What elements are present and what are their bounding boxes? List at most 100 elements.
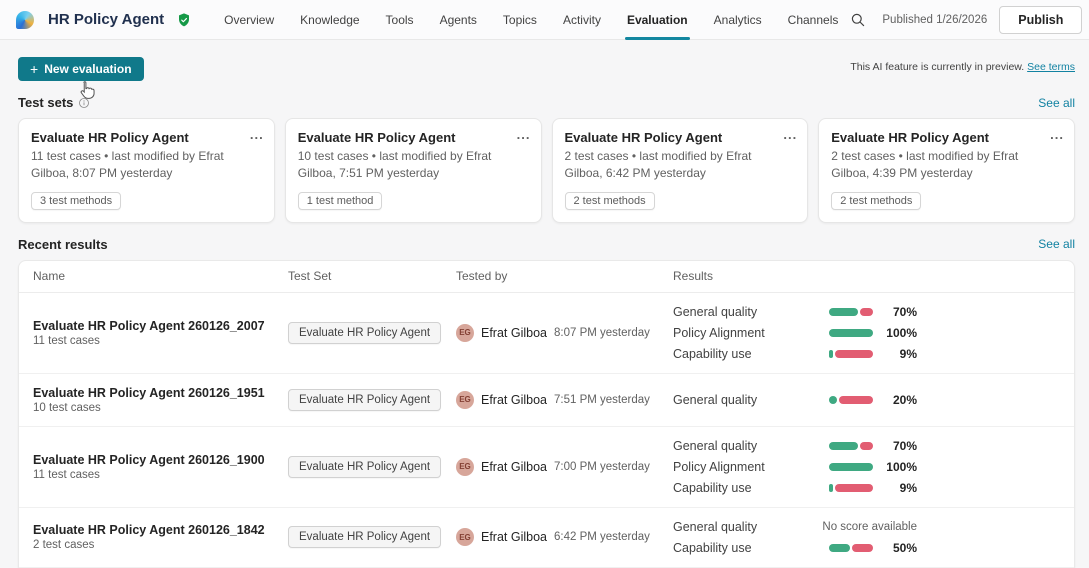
see-terms-link[interactable]: See terms xyxy=(1027,61,1075,73)
card-title: Evaluate HR Policy Agent xyxy=(831,130,989,145)
test-set-cell: Evaluate HR Policy Agent xyxy=(288,455,456,478)
tab-evaluation[interactable]: Evaluation xyxy=(624,0,690,40)
card-title: Evaluate HR Policy Agent xyxy=(31,130,189,145)
results-cell: General quality 70% Policy Alignment 100… xyxy=(673,439,917,495)
card-more-icon[interactable]: ... xyxy=(517,127,531,142)
search-icon[interactable] xyxy=(846,8,870,32)
column-header-results: Results xyxy=(673,269,714,284)
card-subtitle: 2 test cases • last modified by Efrat Gi… xyxy=(564,149,752,181)
toolbar: + New evaluation This AI feature is curr… xyxy=(0,40,1089,81)
plus-icon: + xyxy=(30,61,39,77)
test-set-chip[interactable]: Evaluate HR Policy Agent xyxy=(288,455,442,478)
card-more-icon[interactable]: ... xyxy=(250,127,264,142)
nav-tabs: Overview Knowledge Tools Agents Topics A… xyxy=(224,0,838,40)
result-subtitle: 11 test cases xyxy=(33,468,100,481)
tested-by-cell: EG Efrat Gilboa 7:00 PM yesterday xyxy=(456,457,673,476)
test-set-card[interactable]: Evaluate HR Policy Agent ... 11 test cas… xyxy=(18,118,275,223)
test-set-chip[interactable]: Evaluate HR Policy Agent xyxy=(288,388,442,411)
test-sets-see-all-link[interactable]: See all xyxy=(1038,96,1075,110)
avatar: EG xyxy=(456,390,474,409)
tab-analytics[interactable]: Analytics xyxy=(714,0,762,40)
test-set-chip[interactable]: Evaluate HR Policy Agent xyxy=(288,526,442,549)
tested-by-cell: EG Efrat Gilboa 7:51 PM yesterday xyxy=(456,390,673,409)
verified-shield-icon xyxy=(179,12,190,26)
test-set-cell: Evaluate HR Policy Agent xyxy=(288,321,456,344)
preview-notice: This AI feature is currently in preview.… xyxy=(850,61,1075,73)
table-row[interactable]: Evaluate HR Policy Agent 260126_2007 11 … xyxy=(19,293,1074,374)
tester-name: Efrat Gilboa xyxy=(481,392,548,407)
score-bar xyxy=(829,441,873,450)
card-more-icon[interactable]: ... xyxy=(783,127,797,142)
test-set-card[interactable]: Evaluate HR Policy Agent ... 2 test case… xyxy=(818,118,1075,223)
table-row[interactable]: Evaluate HR Policy Agent 260126_1900 11 … xyxy=(19,427,1074,508)
metric-value: 70% xyxy=(892,304,917,319)
metric-value: 50% xyxy=(892,540,917,555)
card-subtitle: 10 test cases • last modified by Efrat G… xyxy=(297,149,492,181)
result-name: Evaluate HR Policy Agent 260126_2007 xyxy=(33,318,265,333)
result-metric: Capability use 50% xyxy=(673,541,917,555)
card-title: Evaluate HR Policy Agent xyxy=(564,130,723,145)
test-set-cell: Evaluate HR Policy Agent xyxy=(288,388,456,411)
agent-title: HR Policy Agent xyxy=(48,11,165,28)
test-methods-badge: 1 test method xyxy=(297,191,383,210)
new-evaluation-button[interactable]: + New evaluation xyxy=(18,57,144,81)
column-header-test-set: Test Set xyxy=(288,269,332,284)
test-methods-badge: 2 test methods xyxy=(564,191,655,210)
tested-by-cell: EG Efrat Gilboa 6:42 PM yesterday xyxy=(456,528,673,547)
metric-value: 20% xyxy=(892,392,917,407)
card-more-icon[interactable]: ... xyxy=(1050,127,1064,142)
metric-label: Capability use xyxy=(673,480,752,495)
metric-label: Policy Alignment xyxy=(673,325,765,340)
results-cell: General quality 20% xyxy=(673,393,917,407)
tab-activity[interactable]: Activity xyxy=(563,0,601,40)
info-icon[interactable] xyxy=(78,97,90,109)
test-set-chip[interactable]: Evaluate HR Policy Agent xyxy=(288,321,442,344)
recent-results-see-all-link[interactable]: See all xyxy=(1038,237,1075,251)
test-methods-badge: 3 test methods xyxy=(31,191,122,210)
result-metric: General quality 70% xyxy=(673,439,917,453)
tab-agents[interactable]: Agents xyxy=(440,0,477,40)
avatar: EG xyxy=(456,528,474,547)
result-name: Evaluate HR Policy Agent 260126_1900 xyxy=(33,452,265,467)
tab-channels[interactable]: Channels xyxy=(788,0,839,40)
test-set-card[interactable]: Evaluate HR Policy Agent ... 2 test case… xyxy=(551,118,809,223)
score-bar xyxy=(829,307,873,316)
metric-label: General quality xyxy=(673,519,758,534)
tested-time: 8:07 PM yesterday xyxy=(554,326,650,339)
tested-time: 7:00 PM yesterday xyxy=(554,460,650,473)
top-navigation: HR Policy Agent Overview Knowledge Tools… xyxy=(0,0,1089,40)
table-row[interactable]: Evaluate HR Policy Agent 260126_1842 2 t… xyxy=(19,508,1074,568)
tab-overview[interactable]: Overview xyxy=(224,0,274,40)
result-subtitle: 11 test cases xyxy=(33,334,100,347)
result-subtitle: 10 test cases xyxy=(33,401,101,414)
name-cell: Evaluate HR Policy Agent 260126_1951 10 … xyxy=(33,386,288,414)
result-metric: General quality No score available xyxy=(673,520,917,534)
publish-button[interactable]: Publish xyxy=(999,5,1083,34)
metric-label: Policy Alignment xyxy=(673,459,765,474)
score-bar xyxy=(829,349,873,358)
metric-label: General quality xyxy=(673,304,758,319)
test-sets-header: Test sets See all xyxy=(0,81,1089,118)
table-row[interactable]: Evaluate HR Policy Agent 260126_1951 10 … xyxy=(19,374,1074,427)
score-bar xyxy=(829,395,873,404)
score-bar xyxy=(829,328,873,337)
preview-notice-text: This AI feature is currently in preview. xyxy=(850,61,1028,73)
copilot-logo-icon xyxy=(16,10,34,29)
test-set-card[interactable]: Evaluate HR Policy Agent ... 10 test cas… xyxy=(284,118,542,223)
name-cell: Evaluate HR Policy Agent 260126_1900 11 … xyxy=(33,453,288,481)
tab-tools[interactable]: Tools xyxy=(386,0,414,40)
tab-topics[interactable]: Topics xyxy=(503,0,537,40)
tab-knowledge[interactable]: Knowledge xyxy=(300,0,359,40)
test-sets-title-text: Test sets xyxy=(18,95,74,110)
published-status: Published 1/26/2026 xyxy=(882,13,988,26)
tester-name: Efrat Gilboa xyxy=(481,459,548,474)
card-subtitle: 2 test cases • last modified by Efrat Gi… xyxy=(831,149,1019,181)
avatar: EG xyxy=(456,457,474,476)
column-header-name: Name xyxy=(33,269,66,284)
metric-value: No score available xyxy=(822,520,917,533)
metric-value: 9% xyxy=(899,346,917,361)
result-metric: General quality 70% xyxy=(673,305,917,319)
metric-label: General quality xyxy=(673,438,758,453)
nav-actions: Published 1/26/2026 Publish Settings ...… xyxy=(846,5,1089,34)
column-header-tested-by: Tested by xyxy=(456,269,508,284)
